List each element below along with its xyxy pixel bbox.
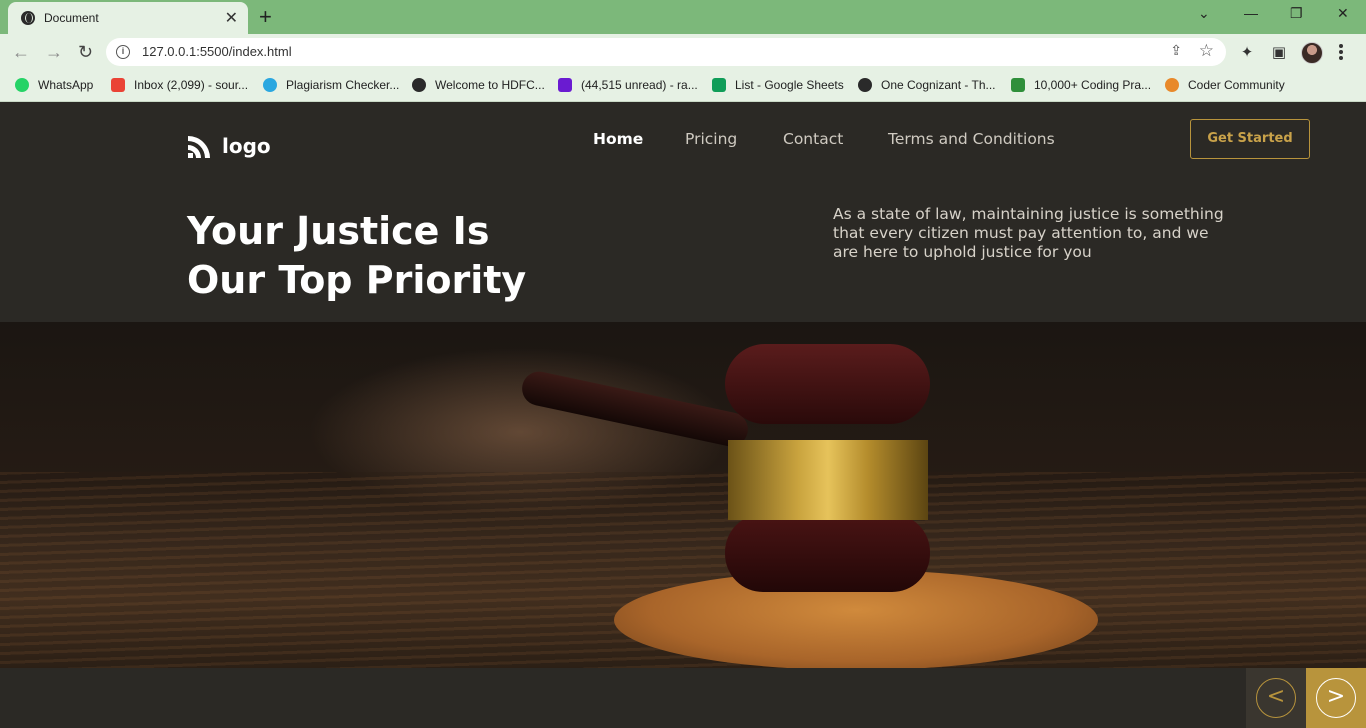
- bookmark-item[interactable]: Coder Community: [1165, 78, 1285, 92]
- address-bar[interactable]: i 127.0.0.1:5500/index.html ⇪ ☆: [106, 38, 1226, 66]
- gmail-icon: [111, 78, 125, 92]
- globe-icon: [21, 11, 35, 25]
- coding-icon: [1011, 78, 1025, 92]
- bookmark-label: Plagiarism Checker...: [286, 78, 400, 92]
- tab-close-button[interactable]: ✕: [225, 8, 238, 27]
- rss-logo-icon: [188, 136, 210, 158]
- hero-title-line-2: Our Top Priority: [187, 258, 527, 302]
- url-text[interactable]: 127.0.0.1:5500/index.html: [142, 44, 292, 59]
- nav-contact[interactable]: Contact: [783, 130, 843, 148]
- tab-title: Document: [44, 11, 99, 25]
- bookmark-item[interactable]: List - Google Sheets: [712, 78, 844, 92]
- share-icon[interactable]: ⇪: [1170, 43, 1182, 59]
- browser-menu-icon[interactable]: [1338, 42, 1344, 62]
- bookmark-label: Coder Community: [1188, 78, 1285, 92]
- nav-terms[interactable]: Terms and Conditions: [888, 130, 1055, 148]
- code-icon: [1165, 78, 1179, 92]
- tab-search-chevron-icon[interactable]: ⌄: [1198, 5, 1210, 22]
- bookmark-star-icon[interactable]: ☆: [1199, 41, 1214, 61]
- gavel-handle: [518, 368, 752, 450]
- bookmark-label: List - Google Sheets: [735, 78, 844, 92]
- bookmarks-bar: WhatsApp Inbox (2,099) - sour... Plagiar…: [0, 70, 1366, 102]
- logo-text: logo: [222, 134, 271, 158]
- hero-title: Your Justice Is Our Top Priority: [187, 207, 747, 305]
- profile-avatar[interactable]: [1301, 42, 1323, 64]
- sheets-icon: [712, 78, 726, 92]
- slider-prev-button[interactable]: <: [1246, 668, 1306, 728]
- checker-icon: [263, 78, 277, 92]
- bookmark-label: Inbox (2,099) - sour...: [134, 78, 249, 92]
- bookmark-label: WhatsApp: [38, 78, 94, 92]
- hero-gavel-image: [0, 322, 1366, 668]
- extensions-puzzle-icon[interactable]: ✦: [1238, 43, 1256, 61]
- globe-icon: [412, 78, 426, 92]
- mail-icon: [558, 78, 572, 92]
- bookmark-label: Welcome to HDFC...: [435, 78, 545, 92]
- slider-next-button[interactable]: >: [1306, 668, 1366, 728]
- next-arrow-icon: >: [1316, 678, 1356, 718]
- hero-description: As a state of law, maintaining justice i…: [833, 205, 1224, 261]
- bookmark-item[interactable]: Plagiarism Checker...: [263, 78, 399, 92]
- site-info-icon[interactable]: i: [116, 45, 130, 59]
- browser-tab[interactable]: Document ✕: [8, 2, 248, 34]
- bookmark-item[interactable]: Inbox (2,099) - sour...: [111, 78, 248, 92]
- browser-tab-bar: Document ✕ + ⌄ — ❐ ✕: [0, 0, 1366, 34]
- bookmark-item[interactable]: WhatsApp: [15, 78, 93, 92]
- gavel-head-bottom: [725, 514, 930, 592]
- minimize-button[interactable]: —: [1244, 5, 1258, 21]
- bookmark-label: (44,515 unread) - ra...: [581, 78, 698, 92]
- back-button[interactable]: ←: [12, 42, 30, 63]
- bookmark-item[interactable]: 10,000+ Coding Pra...: [1011, 78, 1151, 92]
- whatsapp-icon: [15, 78, 29, 92]
- forward-button[interactable]: →: [45, 42, 63, 63]
- hero-title-line-1: Your Justice Is: [187, 209, 490, 253]
- gavel-head-top: [725, 344, 930, 424]
- globe-icon: [858, 78, 872, 92]
- window-close-button[interactable]: ✕: [1337, 5, 1349, 22]
- get-started-button[interactable]: Get Started: [1190, 119, 1310, 159]
- nav-home[interactable]: Home: [593, 130, 643, 148]
- gavel-gold-band: [728, 440, 928, 520]
- bookmark-item[interactable]: Welcome to HDFC...: [412, 78, 545, 92]
- prev-arrow-icon: <: [1256, 678, 1296, 718]
- restore-button[interactable]: ❐: [1290, 5, 1303, 22]
- bookmark-item[interactable]: One Cognizant - Th...: [858, 78, 996, 92]
- bookmark-label: 10,000+ Coding Pra...: [1034, 78, 1152, 92]
- bookmark-label: One Cognizant - Th...: [881, 78, 996, 92]
- browser-toolbar: ← → ↻ i 127.0.0.1:5500/index.html ⇪ ☆ ✦ …: [0, 34, 1366, 70]
- nav-pricing[interactable]: Pricing: [685, 130, 737, 148]
- web-page: logo Home Pricing Contact Terms and Cond…: [0, 103, 1366, 728]
- reload-button[interactable]: ↻: [78, 42, 93, 63]
- side-panel-icon[interactable]: ▣: [1270, 43, 1288, 61]
- bookmark-item[interactable]: (44,515 unread) - ra...: [558, 78, 698, 92]
- site-logo[interactable]: logo: [186, 132, 271, 160]
- new-tab-button[interactable]: +: [259, 4, 272, 30]
